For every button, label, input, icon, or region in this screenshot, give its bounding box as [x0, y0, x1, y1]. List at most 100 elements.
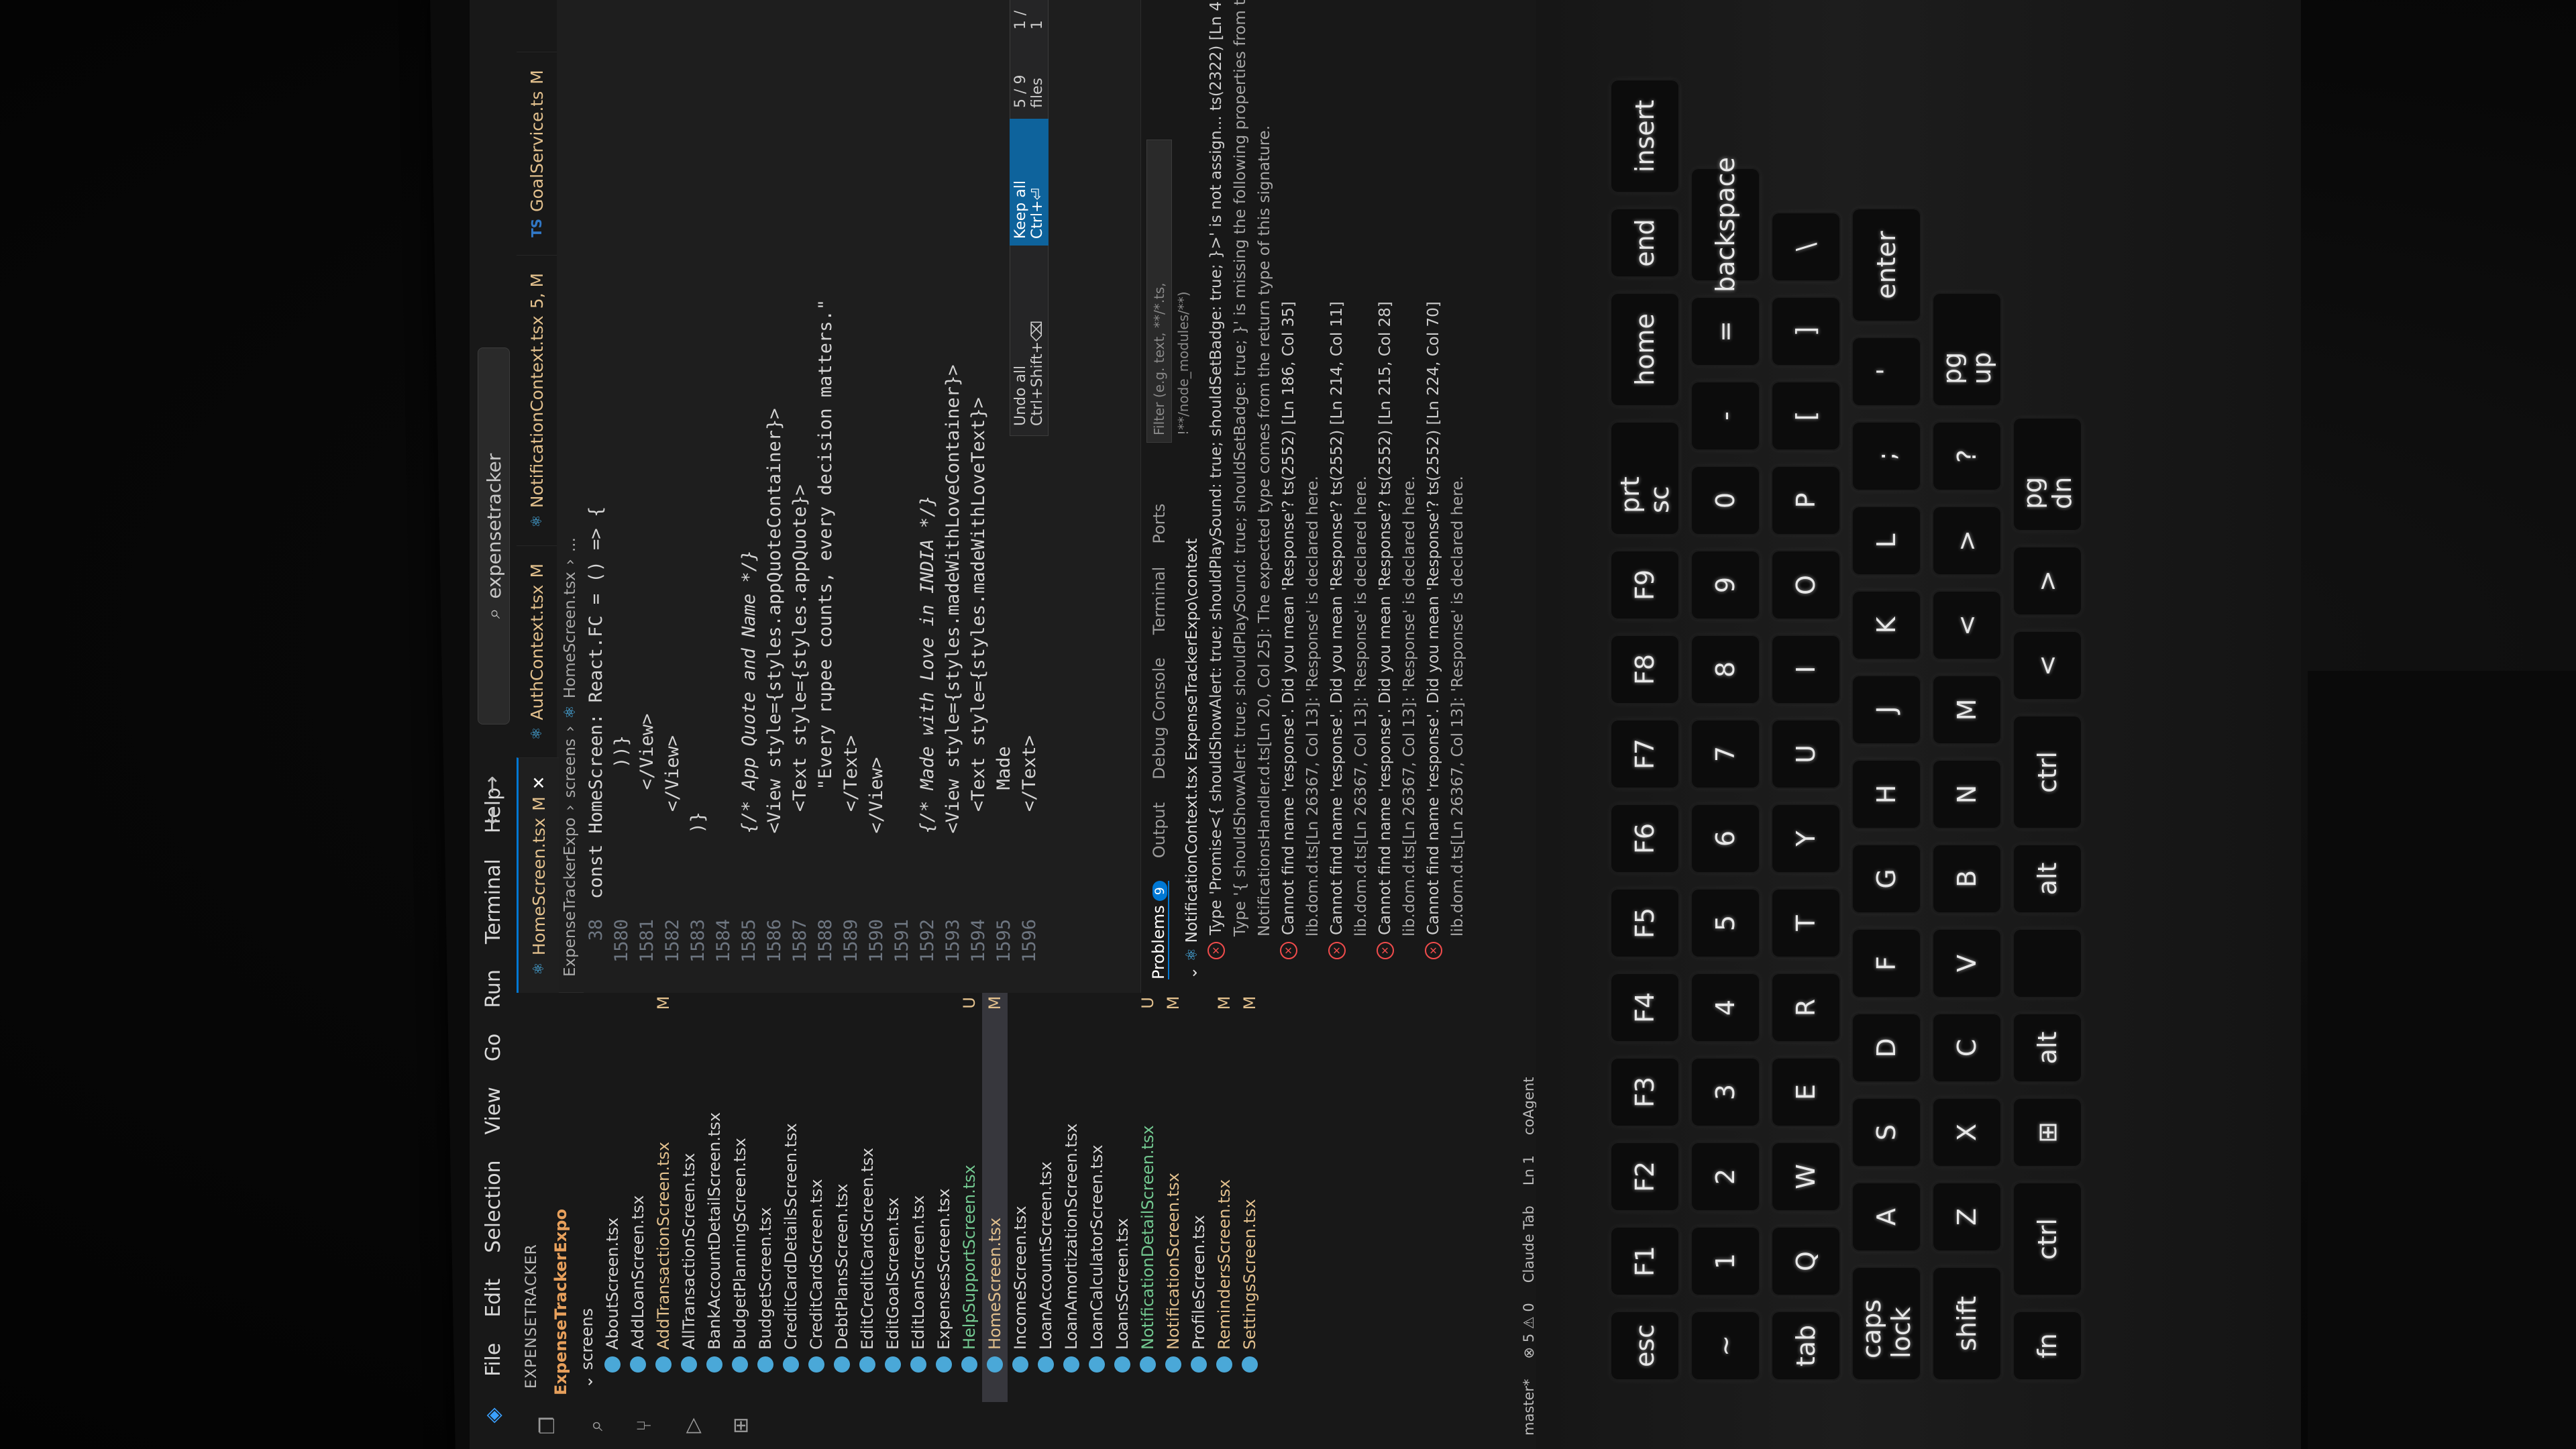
- react-icon: [732, 1356, 748, 1373]
- undo-all-button[interactable]: Undo all Ctrl+Shift+⌫: [1012, 256, 1046, 426]
- problem-related-info[interactable]: NotificationsHandler.d.ts[Ln 20, Col 25]…: [1252, 0, 1277, 979]
- keyboard-key: 1: [1690, 1226, 1760, 1296]
- problem-related-info[interactable]: lib.dom.d.ts[Ln 26367, Col 13]: 'Respons…: [1301, 0, 1325, 979]
- problem-file-group[interactable]: ⌄ ⚛ NotificationContext.tsx ExpenseTrack…: [1180, 0, 1204, 979]
- file-item[interactable]: AllTransactionScreen.tsx: [676, 993, 702, 1402]
- status-cursor[interactable]: Ln 1: [1521, 1155, 1537, 1185]
- file-item[interactable]: EditGoalScreen.tsx: [880, 993, 906, 1402]
- problem-item[interactable]: ✕ Cannot find name 'response'. Did you me…: [1325, 0, 1349, 979]
- command-center-search[interactable]: ⌕ expensetracker: [478, 347, 510, 724]
- menu-terminal[interactable]: Terminal: [482, 859, 505, 944]
- menu-run[interactable]: Run: [482, 969, 505, 1008]
- keyboard-key: ⊞: [2012, 1097, 2082, 1167]
- breadcrumb-symbol[interactable]: ...: [561, 537, 579, 552]
- problem-item[interactable]: ✕ Cannot find name 'response'. Did you me…: [1373, 0, 1397, 979]
- menu-file[interactable]: File: [482, 1343, 505, 1377]
- status-agent[interactable]: coAgent: [1521, 1077, 1537, 1136]
- search-icon[interactable]: ⌕: [582, 1412, 609, 1439]
- file-item[interactable]: CreditCardDetailsScreen.tsx: [778, 993, 804, 1402]
- line-number: 1587: [790, 919, 810, 963]
- key-label: >: [1952, 530, 1982, 551]
- react-icon: [987, 1356, 1003, 1373]
- key-label: U: [1791, 745, 1821, 763]
- file-item[interactable]: ExpensesScreen.tsx: [931, 993, 957, 1402]
- tab-ports[interactable]: Ports: [1150, 504, 1169, 544]
- react-icon: ⚛: [561, 705, 579, 719]
- project-folder[interactable]: ExpenseTrackerExpo: [547, 993, 574, 1402]
- file-item[interactable]: LoansScreen.tsx: [1110, 993, 1135, 1402]
- editor-tab[interactable]: ⚛ AuthContext.tsx M: [517, 545, 557, 758]
- editor-tab[interactable]: ⚛ HomeScreen.tsx M ✕: [517, 757, 559, 993]
- file-item[interactable]: NotificationScreen.tsx M: [1161, 993, 1186, 1402]
- keyboard-key: prt sc: [1610, 421, 1680, 535]
- file-item[interactable]: HelpSupportScreen.tsx U: [957, 993, 982, 1402]
- react-icon: ⚛: [528, 727, 545, 741]
- breadcrumb-project[interactable]: ExpenseTrackerExpo: [561, 818, 579, 977]
- file-item[interactable]: BankAccountDetailScreen.tsx: [702, 993, 727, 1402]
- menu-selection[interactable]: Selection: [482, 1160, 505, 1252]
- file-item[interactable]: HomeScreen.tsx M: [982, 993, 1008, 1402]
- source-control-icon[interactable]: ⑂: [631, 1412, 657, 1439]
- file-item[interactable]: IncomeScreen.tsx: [1008, 993, 1033, 1402]
- extensions-icon[interactable]: ⊞: [727, 1412, 754, 1439]
- file-item[interactable]: LoanAmortizationScreen.tsx: [1059, 993, 1084, 1402]
- keyboard-key: backspace: [1690, 157, 1760, 292]
- problem-related-info[interactable]: lib.dom.d.ts[Ln 26367, Col 13]: 'Respons…: [1446, 0, 1470, 979]
- line-number: 1596: [1019, 919, 1040, 963]
- problem-related-info[interactable]: lib.dom.d.ts[Ln 26367, Col 13]: 'Respons…: [1349, 0, 1373, 979]
- file-item[interactable]: BudgetScreen.tsx: [753, 993, 778, 1402]
- line-number: 1584: [713, 919, 734, 963]
- file-item[interactable]: EditCreditCardScreen.tsx: [855, 993, 880, 1402]
- file-item[interactable]: ProfileScreen.tsx: [1186, 993, 1212, 1402]
- tab-terminal[interactable]: Terminal: [1150, 567, 1169, 635]
- folder-label: screens: [578, 1307, 596, 1371]
- problem-item[interactable]: ✕ Type 'Promise<{ shouldShowAlert: true; …: [1204, 0, 1228, 979]
- menu-edit[interactable]: Edit: [482, 1279, 505, 1318]
- file-item[interactable]: SettingsScreen.tsx M: [1237, 993, 1263, 1402]
- problem-item[interactable]: ✕ Cannot find name 'response'. Did you me…: [1421, 0, 1446, 979]
- forward-arrow-icon[interactable]: →: [479, 775, 504, 794]
- screens-folder[interactable]: ⌄ screens: [574, 993, 600, 1402]
- status-branch[interactable]: master*: [1521, 1379, 1537, 1436]
- status-problems[interactable]: ⊗ 5 ⚠ 0: [1521, 1303, 1537, 1358]
- line-number: 1581: [637, 919, 657, 963]
- keep-all-button[interactable]: Keep all Ctrl+⏎: [1010, 118, 1049, 246]
- explorer-icon[interactable]: ❐: [534, 1412, 561, 1439]
- keyboard-key: <: [1932, 590, 2002, 660]
- problems-filter-input[interactable]: Filter (e.g. text, **/*.ts, !**/node_mod…: [1146, 140, 1191, 443]
- status-claude[interactable]: Claude Tab: [1521, 1205, 1537, 1283]
- file-item[interactable]: LoanCalculatorScreen.tsx: [1084, 993, 1110, 1402]
- problem-related-info[interactable]: lib.dom.d.ts[Ln 26367, Col 13]: 'Respons…: [1397, 0, 1421, 979]
- file-item[interactable]: LoanAccountScreen.tsx: [1033, 993, 1059, 1402]
- keyboard-key: Y: [1771, 804, 1841, 873]
- file-item[interactable]: AddTransactionScreen.tsx M: [651, 993, 676, 1402]
- breadcrumb-file[interactable]: HomeScreen.tsx: [561, 572, 579, 698]
- file-item[interactable]: DebtPlansScreen.tsx: [829, 993, 855, 1402]
- code-text: </Text>: [1019, 735, 1040, 899]
- close-icon[interactable]: ✕: [529, 775, 549, 790]
- file-item[interactable]: AddLoanScreen.tsx: [625, 993, 651, 1402]
- file-item[interactable]: BudgetPlanningScreen.tsx: [727, 993, 753, 1402]
- run-debug-icon[interactable]: ▷: [679, 1412, 706, 1439]
- editor-tab[interactable]: ⚛ NotificationContext.tsx 5, M: [517, 254, 557, 545]
- code-editor[interactable]: 38 const HomeScreen: React.FC = () => {15…: [584, 0, 1140, 993]
- breadcrumb-folder[interactable]: screens: [561, 739, 579, 798]
- file-item[interactable]: AboutScreen.tsx: [600, 993, 625, 1402]
- problem-related-info[interactable]: Type '{ shouldShowAlert: true; shouldPla…: [1228, 0, 1252, 979]
- file-item[interactable]: NotificationDetailScreen.tsx U: [1135, 993, 1161, 1402]
- tab-problems[interactable]: Problems 9: [1149, 881, 1169, 979]
- key-label: ]: [1791, 326, 1821, 337]
- file-item[interactable]: RemindersScreen.tsx M: [1212, 993, 1237, 1402]
- editor-tab[interactable]: TS GoalService.ts M: [517, 52, 557, 255]
- tab-debug-console[interactable]: Debug Console: [1150, 657, 1169, 780]
- react-icon: [783, 1356, 799, 1373]
- files-counter: 5 / 9 files: [1012, 74, 1046, 108]
- tab-output[interactable]: Output: [1150, 802, 1169, 858]
- file-item[interactable]: CreditCardScreen.tsx: [804, 993, 829, 1402]
- menu-view[interactable]: View: [482, 1087, 505, 1134]
- file-item[interactable]: EditLoanScreen.tsx: [906, 993, 931, 1402]
- menu-go[interactable]: Go: [482, 1034, 505, 1062]
- react-icon: [655, 1356, 672, 1373]
- back-arrow-icon[interactable]: ←: [479, 807, 504, 825]
- problem-item[interactable]: ✕ Cannot find name 'response'. Did you me…: [1277, 0, 1301, 979]
